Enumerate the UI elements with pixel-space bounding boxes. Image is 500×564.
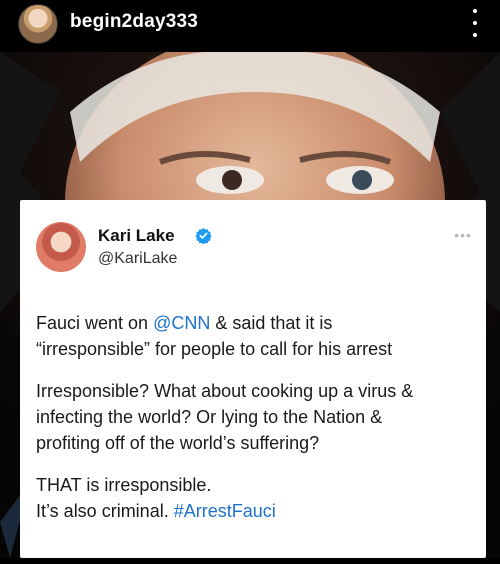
tweet-text-segment: Irresponsible? What about cooking up a v… [36,381,414,401]
tweet-text-segment: It’s also criminal. [36,501,174,521]
tweet-paragraph-3: THAT is irresponsible. It’s also crimina… [36,472,476,524]
tweet-text-segment: “irresponsible” for people to call for h… [36,339,393,359]
more-options-icon[interactable] [468,9,482,37]
tweet-text-segment: Fauci went on [36,313,154,333]
tweet-paragraph-2: Irresponsible? What about cooking up a v… [36,378,476,456]
tweet-text-segment: THAT is irresponsible. [36,475,212,495]
tweet-text-segment: infecting the world? Or lying to the Nat… [36,407,383,427]
tweet-text-segment: profiting off of the world’s suffering? [36,433,320,453]
hashtag-link[interactable]: #ArrestFauci [174,501,276,521]
tweet-text-segment: & said that it is [210,313,333,333]
tweet-paragraph-1: Fauci went on @CNN & said that it is “ir… [36,310,476,362]
tweet-author-avatar[interactable] [36,222,86,272]
mention-link[interactable]: @CNN [153,313,210,333]
embedded-tweet-card: Kari Lake @KariLake ••• Fauci went on @C… [20,200,486,558]
post-image: Kari Lake @KariLake ••• Fauci went on @C… [0,52,500,558]
username[interactable]: begin2day333 [70,11,198,33]
tweet-text: Fauci went on @CNN & said that it is “ir… [36,310,476,524]
profile-avatar[interactable] [18,4,58,44]
tweet-author-handle[interactable]: @KariLake [98,250,177,268]
tweet-author-name[interactable]: Kari Lake [98,226,175,246]
tweet-more-icon[interactable]: ••• [454,228,472,242]
verified-badge-icon [195,228,212,244]
post-header: begin2day333 [0,0,500,48]
